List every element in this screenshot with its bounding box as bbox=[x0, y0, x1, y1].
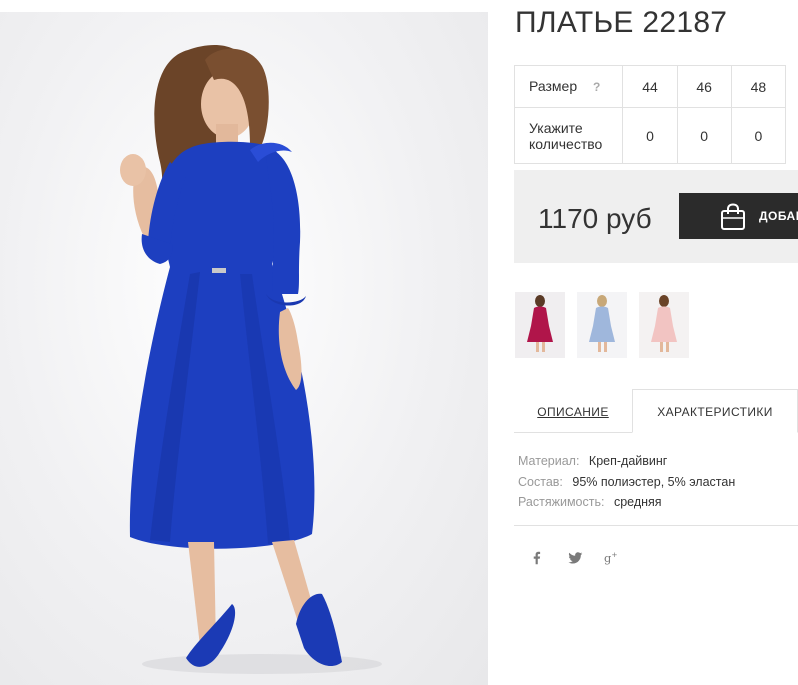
quantity-label-line2: количество bbox=[529, 135, 603, 152]
pink-dress-thumbnail-image bbox=[639, 292, 689, 358]
characteristic-key: Материал: bbox=[518, 454, 580, 468]
characteristic-value: Креп-дайвинг bbox=[588, 454, 668, 468]
size-label-cell: Размер ? bbox=[513, 65, 624, 108]
price: 1170 руб bbox=[538, 203, 652, 234]
characteristic-value: средняя bbox=[613, 495, 662, 509]
quantity-input-46[interactable]: 0 bbox=[676, 107, 732, 164]
tab-characteristics[interactable]: ХАРАКТЕРИСТИКИ bbox=[632, 389, 798, 433]
product-info-panel: ПЛАТЬЕ 22187 Размер ? 44 46 48 Укажите к… bbox=[513, 0, 798, 685]
characteristic-key: Состав: bbox=[518, 474, 563, 489]
google-plus-icon[interactable]: g + bbox=[604, 549, 622, 567]
add-to-cart-button[interactable]: ДОБАВИТЬ В КОРЗИНУ bbox=[679, 193, 798, 239]
tab-description[interactable]: ОПИСАНИЕ bbox=[514, 389, 632, 433]
characteristics-list: Материал: Креп-дайвинг Состав: 95% полиэ… bbox=[518, 451, 735, 513]
thumb-magenta-dress[interactable] bbox=[515, 292, 565, 358]
shopping-bag-icon bbox=[721, 203, 745, 230]
quantity-label: Укажите количество bbox=[513, 107, 624, 164]
size-option-48[interactable]: 48 bbox=[730, 65, 787, 108]
size-option-44[interactable]: 44 bbox=[622, 65, 678, 108]
color-variant-thumbnails bbox=[515, 292, 689, 358]
add-to-cart-label: ДОБАВИТЬ В КОРЗИНУ bbox=[759, 209, 798, 223]
svg-text:+: + bbox=[611, 551, 617, 559]
light-blue-dress-thumbnail-image bbox=[577, 292, 627, 358]
magenta-dress-thumbnail-image bbox=[515, 292, 565, 358]
characteristic-row: Состав: 95% полиэстер, 5% эластан bbox=[518, 472, 735, 493]
main-product-photo[interactable] bbox=[0, 12, 488, 685]
social-share-links: g + bbox=[528, 549, 622, 567]
dress-model-illustration bbox=[120, 45, 382, 674]
characteristic-row: Материал: Креп-дайвинг bbox=[518, 451, 735, 472]
size-quantity-table: Размер ? 44 46 48 Укажите количество 0 0… bbox=[513, 65, 787, 164]
characteristic-key: Растяжимость: bbox=[518, 495, 605, 509]
facebook-icon[interactable] bbox=[528, 549, 546, 567]
characteristic-row: Растяжимость: средняя bbox=[518, 492, 735, 513]
twitter-icon[interactable] bbox=[566, 549, 584, 567]
product-title: ПЛАТЬЕ 22187 bbox=[515, 6, 728, 39]
quantity-input-44[interactable]: 0 bbox=[622, 107, 678, 164]
product-tabs: ОПИСАНИЕ ХАРАКТЕРИСТИКИ bbox=[514, 389, 798, 434]
thumb-pink-dress[interactable] bbox=[639, 292, 689, 358]
price-box: 1170 руб ДОБАВИТЬ В КОРЗИНУ bbox=[514, 170, 798, 263]
size-help-icon[interactable]: ? bbox=[593, 79, 600, 95]
size-label: Размер bbox=[529, 78, 578, 94]
size-option-46[interactable]: 46 bbox=[676, 65, 732, 108]
quantity-input-48[interactable]: 0 bbox=[730, 107, 787, 164]
quantity-label-line1: Укажите bbox=[529, 119, 583, 136]
tabs-divider bbox=[514, 432, 632, 433]
characteristic-value: 95% полиэстер, 5% эластан bbox=[572, 474, 736, 489]
section-divider bbox=[514, 525, 798, 526]
svg-text:g: g bbox=[604, 551, 611, 565]
thumb-light-blue-dress[interactable] bbox=[577, 292, 627, 358]
